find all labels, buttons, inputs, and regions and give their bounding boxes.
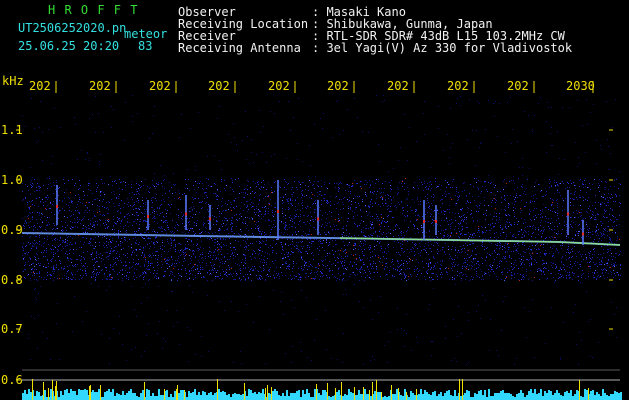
meteor-echo-core	[582, 232, 584, 236]
meteor-echo-core	[56, 205, 58, 208]
meteor-echo-core	[435, 220, 437, 223]
meteor-echo-core	[147, 215, 149, 218]
signal-level-histogram	[22, 379, 622, 400]
meteor-echo-core	[423, 220, 425, 223]
background-noise	[22, 95, 620, 365]
meteor-echo-core	[567, 212, 569, 216]
meteor-echo-core	[185, 212, 187, 216]
meteor-echo-core	[317, 217, 319, 221]
noise-band	[22, 178, 621, 281]
spectrogram-plot	[16, 81, 622, 400]
meteor-echo-core	[277, 210, 279, 213]
meteor-echo-core	[209, 217, 211, 221]
